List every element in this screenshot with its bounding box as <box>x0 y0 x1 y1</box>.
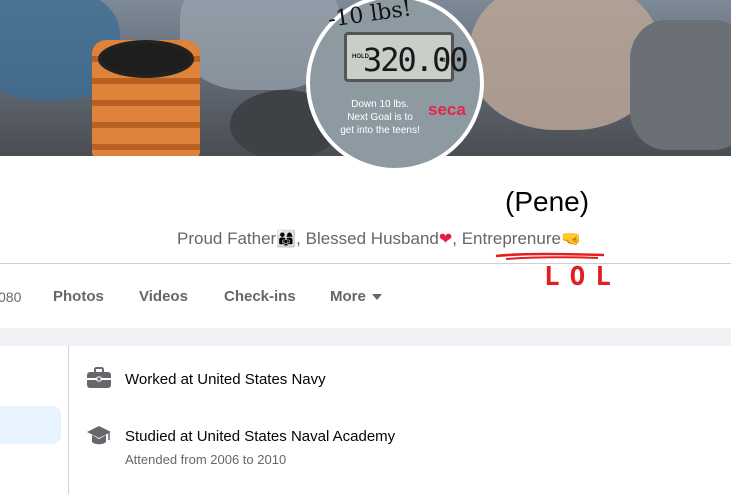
tab-photos[interactable]: Photos <box>53 288 104 305</box>
work-info: Worked at United States Navy <box>125 371 326 388</box>
scale-note: Down 10 lbs. Next Goal is to get into th… <box>340 99 420 136</box>
family-emoji-icon: 👨‍👩‍👧 <box>276 229 297 248</box>
scale-display: HOLD 320.00 lb <box>344 32 469 82</box>
scale-unit: lb <box>442 58 447 64</box>
bio-text: Proud Father <box>177 229 277 248</box>
red-underline-annotation <box>495 252 605 260</box>
tab-friends-count[interactable]: 080 <box>0 289 21 305</box>
bio-text: , Entreprenure <box>452 229 561 248</box>
caret-down-icon <box>371 294 382 301</box>
graduation-cap-icon <box>87 426 111 445</box>
seca-logo: seca <box>428 100 466 119</box>
cup-rim-graphic <box>98 40 194 78</box>
vertical-divider <box>68 346 69 494</box>
education-info: Studied at United States Naval Academy <box>125 428 396 445</box>
profile-tabs: 080 Photos Videos Check-ins More <box>0 264 731 328</box>
cover-shape <box>630 20 731 150</box>
briefcase-icon <box>87 367 111 388</box>
section-separator <box>0 328 731 346</box>
tab-checkins[interactable]: Check-ins <box>224 288 296 305</box>
tab-more-label: More <box>330 288 366 305</box>
tab-videos[interactable]: Videos <box>139 288 188 305</box>
fist-emoji-icon: 🤜 <box>560 229 581 248</box>
education-dates: Attended from 2006 to 2010 <box>125 452 287 467</box>
profile-bio: Proud Father👨‍👩‍👧, Blessed Husband❤, Ent… <box>177 229 581 249</box>
tab-more[interactable]: More <box>330 288 382 305</box>
sidebar-item-active[interactable] <box>0 406 61 444</box>
scale-value: 320.00 <box>363 41 469 79</box>
profile-name: (Pene) <box>505 186 590 217</box>
heart-emoji-icon: ❤ <box>438 229 453 248</box>
bio-text: , Blessed Husband <box>296 229 439 248</box>
